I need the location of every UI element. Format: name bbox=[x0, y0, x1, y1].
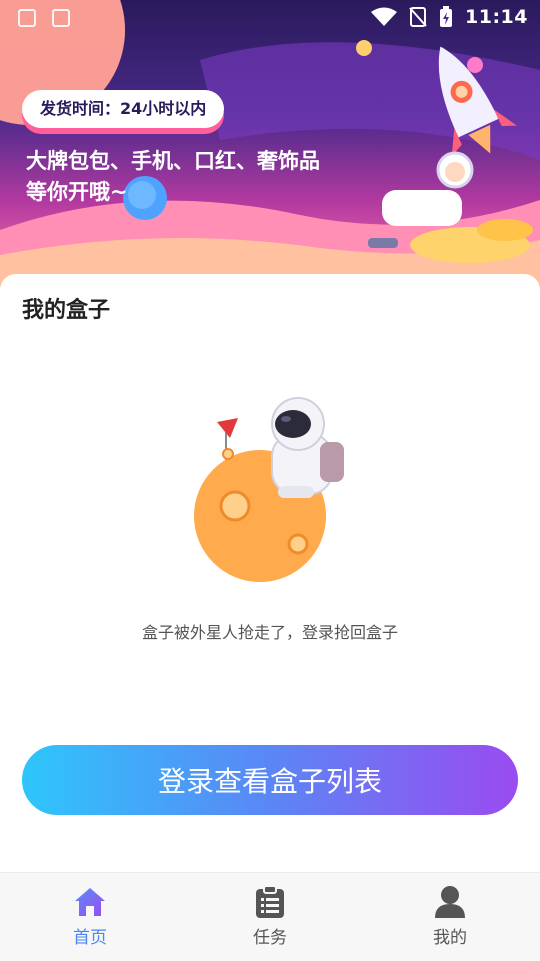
user-icon bbox=[435, 886, 465, 918]
tab-home[interactable]: 首页 bbox=[0, 873, 180, 961]
battery-charging-icon bbox=[440, 6, 453, 27]
promo-banner[interactable]: 11:14 发货时间：24小时以内 大牌包包、手机、口红、奢饰品 等你开哦~ bbox=[0, 0, 540, 290]
banner-slogan: 大牌包包、手机、口红、奢饰品 等你开哦~ bbox=[26, 146, 386, 208]
login-view-boxes-button[interactable]: 登录查看盒子列表 bbox=[22, 745, 518, 815]
tab-label: 我的 bbox=[433, 928, 467, 948]
app-notification-icon bbox=[52, 9, 70, 27]
tab-label: 首页 bbox=[73, 928, 107, 948]
tab-label: 任务 bbox=[253, 928, 287, 948]
bottom-tab-bar: 首页 任务 我的 bbox=[0, 872, 540, 961]
empty-state-message: 盒子被外星人抢走了，登录抢回盒子 bbox=[141, 623, 398, 642]
wifi-icon bbox=[371, 7, 398, 26]
slogan-line-1: 大牌包包、手机、口红、奢饰品 bbox=[26, 149, 320, 173]
section-title: 我的盒子 bbox=[22, 298, 111, 323]
space-illustration bbox=[0, 0, 540, 290]
slogan-line-2: 等你开哦~ bbox=[26, 180, 128, 204]
status-bar: 11:14 bbox=[0, 0, 540, 36]
clipboard-icon bbox=[256, 885, 284, 918]
tab-mine[interactable]: 我的 bbox=[360, 873, 540, 961]
no-sim-icon bbox=[409, 7, 427, 27]
home-icon bbox=[75, 888, 105, 916]
gallery-notification-icon bbox=[18, 9, 36, 27]
delivery-time-pill: 发货时间：24小时以内 bbox=[22, 90, 225, 128]
status-time: 11:14 bbox=[465, 6, 528, 28]
tab-tasks[interactable]: 任务 bbox=[180, 873, 360, 961]
astronaut-moon-illustration bbox=[194, 397, 344, 582]
my-box-section: 我的盒子 盒子被外星人抢走了，登录抢回盒子 登录查看盒子列表 bbox=[0, 274, 540, 872]
